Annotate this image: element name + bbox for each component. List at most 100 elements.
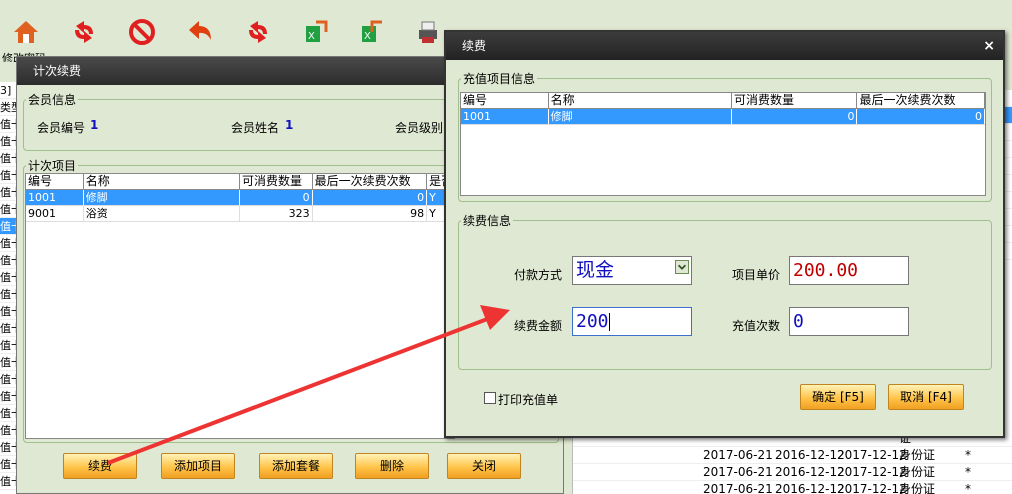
column-header[interactable]: 最后一次续费次数 (857, 93, 985, 108)
column-header[interactable]: 可消费数量 (240, 174, 313, 189)
background-record-table: 证 2017-06-21 2016-12-12 2017-12-12 身份证 * 2017-… (572, 430, 1012, 494)
table-header: 编号 名称 可消费数量 最后一次续费次数 (461, 93, 985, 109)
amount-value: 200 (576, 311, 609, 332)
print-label: 打印充值单 (498, 393, 559, 407)
list-item[interactable]: 值卡 (0, 473, 17, 490)
table-row[interactable]: 2017-06-21 2016-12-12 2017-12-12 身份证 * (573, 481, 1012, 494)
count-items-table: 编号 名称 可消费数量 最后一次续费次数 是否 1001 修脚 0 0 Y 90… (25, 173, 455, 439)
list-item[interactable]: 值卡 (0, 116, 17, 133)
dialog-title: 续费 (462, 39, 487, 53)
column-header[interactable]: 编号 (26, 174, 84, 189)
cell-code: 9001 (26, 206, 84, 221)
cell-code: 1001 (461, 109, 549, 124)
list-item[interactable]: 值卡 (0, 371, 17, 388)
dialog-title-bar: 续费 × (446, 32, 1003, 60)
recycle-icon[interactable] (70, 18, 98, 46)
list-item[interactable]: 值卡 (0, 167, 17, 184)
chevron-down-icon[interactable] (675, 260, 689, 274)
printer-icon[interactable] (414, 18, 442, 46)
list-item[interactable]: 值卡 (0, 133, 17, 150)
recharge-items-table: 编号 名称 可消费数量 最后一次续费次数 1001 修脚 0 0 (460, 92, 986, 196)
list-item[interactable]: 值卡 (0, 150, 17, 167)
column-header[interactable]: 名称 (84, 174, 240, 189)
list-item[interactable]: 值卡 (0, 388, 17, 405)
table-row[interactable]: 1001 修脚 0 0 (461, 109, 985, 125)
cancel-button[interactable]: 取消 [F4] (888, 384, 964, 410)
recycle-icon[interactable] (244, 18, 272, 46)
member-no-value: 1 (90, 118, 99, 132)
list-item[interactable]: 值卡 (0, 218, 17, 235)
pay-method-value: 现金 (576, 259, 615, 281)
pay-method-select[interactable]: 现金 (572, 256, 692, 285)
list-item[interactable]: 值卡 (0, 235, 17, 252)
cell-id: 身份证 (899, 482, 936, 494)
member-name-label: 会员姓名 (231, 121, 280, 135)
list-item[interactable]: 值卡 (0, 269, 17, 286)
excel-import-icon[interactable]: X (358, 18, 386, 46)
amount-input[interactable]: 200 (572, 307, 692, 336)
list-item[interactable]: 值卡 (0, 286, 17, 303)
list-item[interactable]: 值卡 (0, 303, 17, 320)
add-package-button[interactable]: 添加套餐 (259, 453, 333, 479)
cell-id: 身份证 (899, 465, 936, 479)
cell-code: 1001 (26, 190, 84, 205)
pay-method-label: 付款方式 (514, 268, 563, 282)
member-level-label: 会员级别 (395, 121, 444, 135)
cell-d2: 2016-12-12 (775, 465, 845, 479)
list-item[interactable]: 值卡 (0, 405, 17, 422)
table-row[interactable]: 1001 修脚 0 0 Y (26, 190, 454, 206)
cell-qty: 323 (240, 206, 313, 221)
count-label: 充值次数 (732, 319, 781, 333)
cell-d2: 2016-12-12 (775, 448, 845, 462)
cell-d2: 2016-12-12 (775, 482, 845, 494)
cell-last: 0 (313, 190, 428, 205)
list-item[interactable]: 值卡 (0, 456, 17, 473)
cell-d1: 2017-06-21 (703, 465, 773, 479)
cell-d3: 2017-12-12 (837, 448, 907, 462)
amount-label: 续费金额 (514, 319, 563, 333)
renew-dialog: 续费 × 充值项目信息 编号 名称 可消费数量 最后一次续费次数 1001 修脚… (444, 30, 1005, 438)
list-item[interactable]: 3] (0, 82, 17, 99)
forbidden-icon[interactable] (128, 18, 156, 46)
list-item[interactable]: 值卡 (0, 201, 17, 218)
list-item[interactable]: 值卡 (0, 320, 17, 337)
cell-name: 浴资 (84, 206, 240, 221)
table-row[interactable]: 2017-06-21 2016-12-12 2017-12-12 身份证 * (573, 447, 1012, 464)
list-item[interactable]: 值卡 (0, 354, 17, 371)
group-title: 充值项目信息 (463, 72, 536, 86)
group-title: 计次项目 (28, 159, 77, 173)
text-cursor (608, 313, 610, 331)
list-item[interactable]: 值卡 (0, 337, 17, 354)
group-title: 续费信息 (463, 214, 512, 228)
count-field[interactable]: 0 (789, 307, 909, 336)
table-header: 编号 名称 可消费数量 最后一次续费次数 是否 (26, 174, 454, 190)
list-item[interactable]: 值卡 (0, 422, 17, 439)
column-header[interactable]: 可消费数量 (732, 93, 858, 108)
home-icon[interactable] (12, 18, 40, 46)
add-item-button[interactable]: 添加项目 (161, 453, 235, 479)
table-row[interactable]: 9001 浴资 323 98 Y (26, 206, 454, 222)
confirm-button[interactable]: 确定 [F5] (800, 384, 876, 410)
column-header[interactable]: 编号 (461, 93, 549, 108)
close-button[interactable]: 关闭 (447, 453, 521, 479)
table-row[interactable]: 2017-06-21 2016-12-12 2017-12-12 身份证 * (573, 464, 1012, 481)
column-header[interactable]: 名称 (549, 93, 732, 108)
cell-d3: 2017-12-12 (837, 482, 907, 494)
cell-d1: 2017-06-21 (703, 448, 773, 462)
print-checkbox[interactable] (484, 392, 496, 404)
renew-button[interactable]: 续费 (63, 453, 137, 479)
back-arrow-icon[interactable] (186, 18, 214, 46)
list-item[interactable]: 值卡 (0, 252, 17, 269)
list-item[interactable]: 类型 (0, 99, 17, 116)
cell-name: 修脚 (84, 190, 240, 205)
unit-price-label: 项目单价 (732, 268, 781, 282)
cell-name: 修脚 (549, 109, 732, 124)
delete-button[interactable]: 删除 (355, 453, 429, 479)
column-header[interactable]: 最后一次续费次数 (313, 174, 428, 189)
excel-export-icon[interactable]: X (302, 18, 330, 46)
unit-price-field[interactable]: 200.00 (789, 256, 909, 285)
close-icon[interactable]: × (983, 32, 995, 60)
list-item[interactable]: 值卡 (0, 439, 17, 456)
renew-info-group: 续费信息 (458, 212, 992, 370)
list-item[interactable]: 值卡 (0, 184, 17, 201)
